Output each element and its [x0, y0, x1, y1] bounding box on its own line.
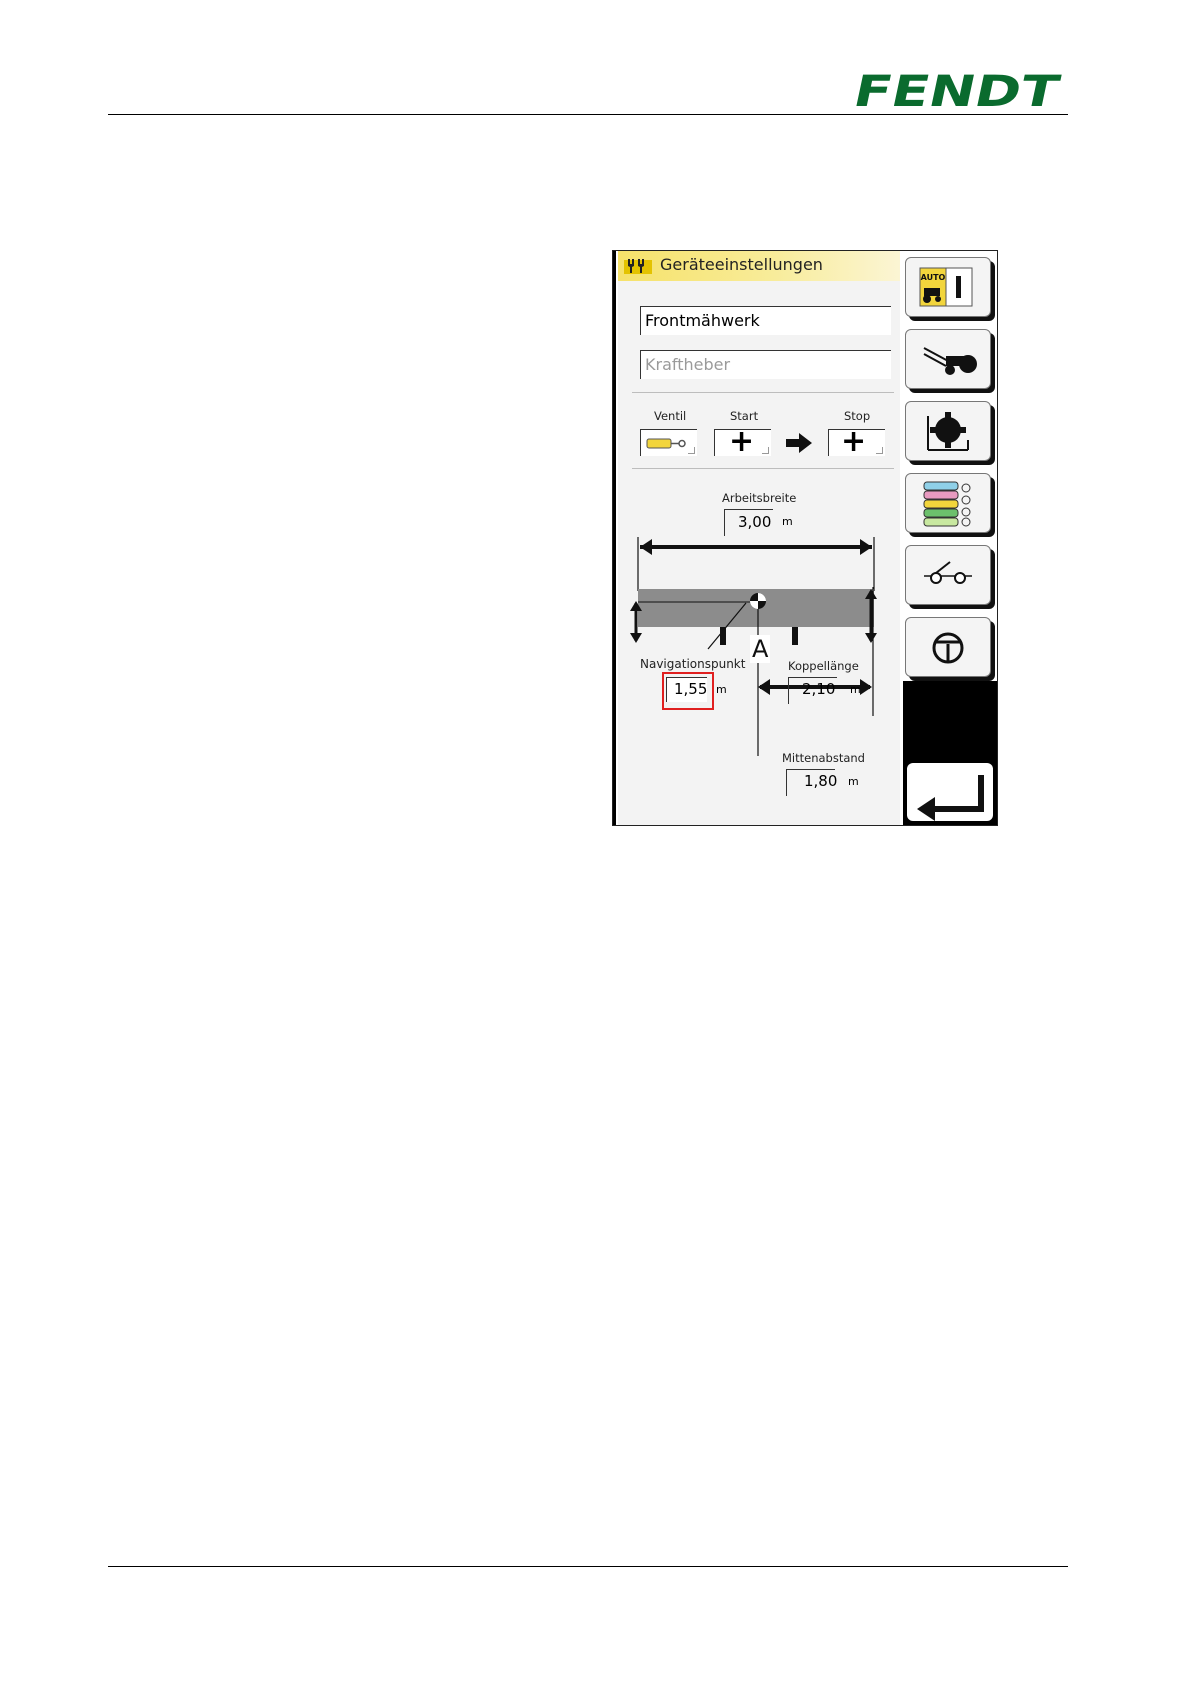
tractor-implement-icon	[923, 347, 977, 375]
settings-panel: Geräteeinstellungen Frontmähwerk Krafthe…	[618, 251, 900, 825]
terminal-screen: Geräteeinstellungen Frontmähwerk Krafthe…	[612, 250, 998, 826]
softkey-column: AUTO	[903, 251, 997, 825]
mittenabstand-value: 1,80	[804, 772, 838, 790]
implement-dimension-diagram	[630, 537, 877, 756]
hydraulic-valves-icon	[923, 481, 971, 527]
arbeitsbreite-unit: m	[782, 515, 793, 528]
coupling-icon	[924, 561, 972, 584]
koppellaenge-unit: m	[850, 683, 861, 696]
tractor-implement-button[interactable]	[905, 329, 991, 389]
arbeitsbreite-label: Arbeitsbreite	[722, 491, 797, 505]
navigationspunkt-unit: m	[716, 683, 727, 696]
auto-mode-icon: AUTO	[919, 267, 973, 307]
steering-button[interactable]	[905, 617, 991, 677]
mittenabstand-unit: m	[848, 775, 859, 788]
screen-left-edge	[613, 251, 616, 825]
navigationspunkt-label: Navigationspunkt	[640, 657, 746, 671]
auto-mode-button[interactable]: AUTO	[905, 257, 991, 317]
coupling-button[interactable]	[905, 545, 991, 605]
machine-settings-button[interactable]	[905, 401, 991, 461]
arbeitsbreite-value: 3,00	[738, 513, 772, 531]
hydraulic-valves-button[interactable]	[905, 473, 991, 533]
footer-rule	[108, 1566, 1068, 1567]
navigationspunkt-value: 1,55	[674, 680, 708, 698]
mittenabstand-label: Mittenabstand	[782, 751, 865, 765]
svg-text:FENDT: FENDT	[849, 70, 1064, 110]
callout-a: A	[750, 635, 771, 663]
koppellaenge-label: Koppellänge	[788, 659, 859, 673]
softkey-panel-bottom	[903, 681, 997, 825]
back-button[interactable]	[907, 763, 993, 821]
steering-wheel-icon	[932, 632, 964, 664]
header-rule	[108, 114, 1068, 115]
back-arrow-icon	[917, 775, 984, 821]
svg-text:AUTO: AUTO	[921, 273, 946, 282]
gear-icon	[927, 412, 969, 451]
koppellaenge-value: 2,10	[802, 680, 836, 698]
fendt-logo: FENDT	[848, 70, 1066, 110]
